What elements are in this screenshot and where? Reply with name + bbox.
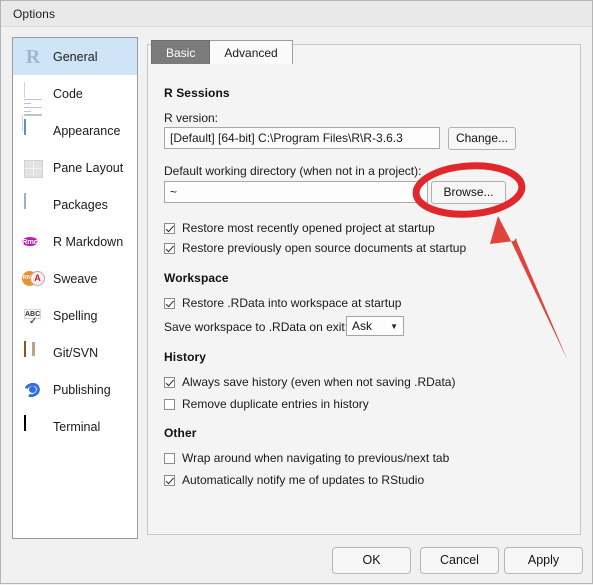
sidebar-item-git-svn[interactable]: Git/SVN [13,334,137,371]
cancel-button[interactable]: Cancel [420,547,499,574]
sidebar-item-label: Publishing [53,382,111,397]
sidebar-item-label: Git/SVN [53,345,99,360]
sidebar-item-appearance[interactable]: Appearance [13,112,137,149]
sidebar-item-label: Appearance [53,123,121,138]
section-heading-history: History [164,350,207,364]
checkbox-label: Restore most recently opened project at … [182,221,435,235]
sidebar-item-label: Sweave [53,271,98,286]
r-version-label: R version: [164,111,219,125]
terminal-icon [22,414,44,438]
checkbox-label: Automatically notify me of updates to RS… [182,473,425,487]
section-heading-workspace: Workspace [164,271,229,285]
appearance-icon [22,118,44,142]
ok-button[interactable]: OK [332,547,411,574]
spelling-icon: ABC✓ [24,308,42,326]
options-category-list[interactable]: R General Code Appearance Pane Layout Pa… [12,37,138,539]
sidebar-item-publishing[interactable]: Publishing [13,371,137,408]
sidebar-item-terminal[interactable]: Terminal [13,408,137,445]
change-button[interactable]: Change... [448,127,516,150]
chevron-down-icon: ▼ [390,322,398,331]
save-workspace-dropdown[interactable]: Ask ▼ [346,316,404,336]
section-heading-r-sessions: R Sessions [164,86,230,100]
sidebar-item-pane-layout[interactable]: Pane Layout [13,149,137,186]
sidebar-item-packages[interactable]: Packages [13,186,137,223]
checkbox-restore-recent-project[interactable]: Restore most recently opened project at … [164,221,435,235]
sidebar-item-sweave[interactable]: RNW A Sweave [13,260,137,297]
sidebar-item-label: R Markdown [53,234,124,249]
checkbox-wrap-around-tabs[interactable]: Wrap around when navigating to previous/… [164,451,449,465]
sidebar-item-label: Terminal [53,419,101,434]
checkbox-label: Restore previously open source documents… [182,241,467,255]
checkbox-notify-updates[interactable]: Automatically notify me of updates to RS… [164,473,424,487]
code-icon [22,81,44,131]
sidebar-item-label: General [53,49,98,64]
section-heading-other: Other [164,426,197,440]
r-version-field[interactable]: [Default] [64-bit] C:\Program Files\R\R-… [164,127,440,149]
checkbox-box[interactable] [164,222,175,234]
checkbox-box[interactable] [164,452,175,464]
checkbox-label: Wrap around when navigating to previous/… [182,451,450,465]
tab-advanced[interactable]: Advanced [210,40,293,64]
checkbox-box[interactable] [164,398,175,410]
save-workspace-value: Ask [352,319,373,333]
apply-button[interactable]: Apply [504,547,583,574]
title-bar: Options [1,1,592,27]
settings-panel: R Sessions R version: [Default] [64-bit]… [147,44,581,535]
publishing-icon [21,379,44,401]
sidebar-item-label: Spelling [53,308,98,323]
checkbox-label: Always save history (even when not savin… [182,375,456,389]
r-logo-icon: R [25,45,41,68]
sidebar-item-label: Pane Layout [53,160,124,175]
settings-tab-strip[interactable]: Basic Advanced [151,40,293,64]
options-dialog-window: Options R General Code Appearance Pane L… [0,0,593,584]
sidebar-item-r-markdown[interactable]: Rmd R Markdown [13,223,137,260]
sidebar-item-label: Code [53,86,83,101]
checkbox-box[interactable] [164,474,175,486]
checkbox-box[interactable] [164,242,175,254]
r-markdown-icon: Rmd [22,236,39,246]
git-svn-icon [22,340,44,364]
sidebar-item-code[interactable]: Code [13,75,137,131]
checkbox-remove-duplicate-history[interactable]: Remove duplicate entries in history [164,397,369,411]
tab-basic[interactable]: Basic [151,40,211,64]
working-directory-label: Default working directory (when not in a… [164,164,422,178]
sidebar-item-spelling[interactable]: ABC✓ Spelling [13,297,137,334]
pane-layout-icon [22,157,44,179]
checkbox-restore-rdata[interactable]: Restore .RData into workspace at startup [164,296,401,310]
sweave-icon: RNW A [22,268,45,290]
checkbox-box[interactable] [164,297,175,309]
checkbox-box[interactable] [164,376,175,388]
sidebar-item-general[interactable]: R General [13,38,137,75]
checkbox-label: Remove duplicate entries in history [182,397,369,411]
packages-icon [22,192,44,216]
window-title: Options [13,7,56,21]
working-directory-field[interactable]: ~ [164,181,428,203]
browse-button[interactable]: Browse... [431,181,506,204]
checkbox-restore-source-documents[interactable]: Restore previously open source documents… [164,241,466,255]
checkbox-label: Restore .RData into workspace at startup [182,296,402,310]
checkbox-always-save-history[interactable]: Always save history (even when not savin… [164,375,455,389]
save-workspace-label: Save workspace to .RData on exit: [164,320,349,334]
sidebar-item-label: Packages [53,197,108,212]
